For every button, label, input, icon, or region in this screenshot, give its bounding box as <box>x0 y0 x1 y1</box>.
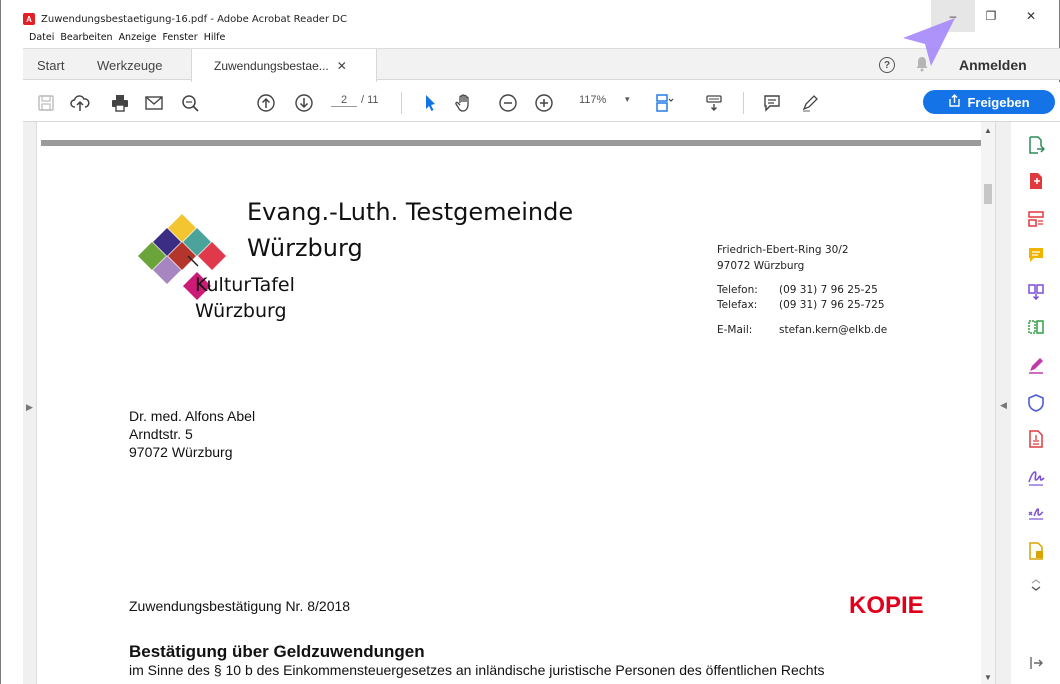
page-number-input[interactable]: 2 <box>331 94 357 107</box>
select-cursor-icon[interactable] <box>419 92 441 114</box>
window-title: Zuwendungsbestaetigung-16.pdf - Adobe Ac… <box>41 13 347 25</box>
recipient-street: Arndtstr. 5 <box>129 426 193 442</box>
logo-text-line2: Würzburg <box>195 300 287 322</box>
fit-page-icon[interactable] <box>653 92 675 114</box>
recipient-name: Dr. med. Alfons Abel <box>129 408 256 424</box>
recipient-city: 97072 Würzburg <box>129 444 233 460</box>
send-for-signature-icon[interactable] <box>1025 466 1047 488</box>
document-viewer[interactable]: Evang.-Luth. Testgemeinde Würzburg Kultu… <box>37 122 983 684</box>
share-icon <box>948 94 961 110</box>
add-files-icon[interactable] <box>1025 540 1047 562</box>
email-icon[interactable] <box>143 92 165 114</box>
email-value: stefan.kern@elkb.de <box>779 324 888 336</box>
expand-left-pane-icon[interactable]: ▶ <box>26 402 33 413</box>
pdf-page: Evang.-Luth. Testgemeinde Würzburg Kultu… <box>41 146 981 684</box>
document-heading: Bestätigung über Geldzuwendungen <box>129 642 425 661</box>
menu-hilfe[interactable]: Hilfe <box>204 32 226 48</box>
keyboard-scroll-icon[interactable] <box>703 92 725 114</box>
scroll-up-icon[interactable]: ▲ <box>984 126 992 135</box>
org-name-line1: Evang.-Luth. Testgemeinde <box>247 198 574 226</box>
copy-stamp: KOPIE <box>849 592 924 619</box>
phone-label: Telefon: <box>717 284 758 296</box>
org-name-line2: Würzburg <box>247 234 363 262</box>
close-window-button[interactable]: ✕ <box>1009 0 1053 32</box>
save-icon[interactable] <box>35 92 57 114</box>
more-tools-icon[interactable] <box>1025 574 1047 596</box>
tab-tools[interactable]: Werkzeuge <box>97 49 163 81</box>
highlight-pen-icon[interactable] <box>799 92 821 114</box>
acrobat-window: A Zuwendungsbestaetigung-16.pdf - Adobe … <box>0 0 1060 684</box>
toolbar: 2 / 11 117% ▾ Freigeben <box>23 82 1060 122</box>
tab-document-label: Zuwendungsbestae... <box>214 58 329 73</box>
zoom-level-select[interactable]: 117% <box>579 94 606 106</box>
hand-tool-icon[interactable] <box>453 92 475 114</box>
zoom-dropdown-icon[interactable]: ▾ <box>625 94 630 105</box>
collapse-tools-pane-icon[interactable] <box>1025 652 1047 674</box>
logo-text-line1: KulturTafel <box>195 274 295 296</box>
fax-label: Telefax: <box>717 299 758 311</box>
mouse-pointer-icon <box>903 18 955 66</box>
scroll-thumb[interactable] <box>984 184 992 204</box>
share-label: Freigeben <box>967 94 1030 110</box>
scroll-down-icon[interactable]: ▼ <box>984 673 992 682</box>
email-label: E-Mail: <box>717 324 753 336</box>
comment-tool-icon[interactable] <box>1025 244 1047 266</box>
menu-bearbeiten[interactable]: Bearbeiten <box>60 32 112 48</box>
sender-city: 97072 Würzburg <box>717 260 805 272</box>
left-navigation-pane[interactable]: ▶ <box>23 122 37 684</box>
sender-street: Friedrich-Ebert-Ring 30/2 <box>717 244 849 256</box>
phone-value: (09 31) 7 96 25-25 <box>779 284 878 296</box>
print-icon[interactable] <box>109 92 131 114</box>
edit-pdf-icon[interactable] <box>1025 208 1047 230</box>
share-button[interactable]: Freigeben <box>923 90 1055 114</box>
menu-datei[interactable]: Datei <box>29 32 54 48</box>
vertical-scrollbar[interactable]: ▲ ▼ <box>981 122 995 684</box>
cloud-upload-icon[interactable] <box>69 92 91 114</box>
help-icon[interactable]: ? <box>879 57 895 73</box>
export-pdf-icon[interactable] <box>1025 134 1047 156</box>
create-pdf-icon[interactable] <box>1025 170 1047 192</box>
organize-pages-icon[interactable] <box>1025 316 1047 338</box>
page-up-icon[interactable] <box>255 92 277 114</box>
menu-fenster[interactable]: Fenster <box>162 32 197 48</box>
tab-start[interactable]: Start <box>37 49 64 81</box>
zoom-out-icon[interactable] <box>497 92 519 114</box>
zoom-search-icon[interactable] <box>179 92 201 114</box>
toolbar-separator <box>401 92 402 114</box>
tab-close-icon[interactable]: ✕ <box>337 59 347 73</box>
comment-icon[interactable] <box>761 92 783 114</box>
right-pane-collapse-strip[interactable]: ◀ <box>995 122 1011 684</box>
document-subheading: im Sinne des § 10 b des Einkommensteuerg… <box>129 662 825 678</box>
confirmation-number: Zuwendungsbestätigung Nr. 8/2018 <box>129 598 351 614</box>
tools-pane <box>1011 122 1060 684</box>
tab-document[interactable]: Zuwendungsbestae... ✕ <box>191 49 377 82</box>
fill-sign-icon[interactable] <box>1025 354 1047 376</box>
acrobat-app-icon: A <box>23 13 35 25</box>
protect-icon[interactable] <box>1025 392 1047 414</box>
menu-bar: Datei Bearbeiten Anzeige Fenster Hilfe <box>29 32 231 48</box>
toolbar-separator <box>743 92 744 114</box>
maximize-button[interactable]: ❐ <box>969 0 1013 32</box>
page-total: / 11 <box>361 94 379 106</box>
page-down-icon[interactable] <box>293 92 315 114</box>
zoom-in-icon[interactable] <box>533 92 555 114</box>
menu-anzeige[interactable]: Anzeige <box>119 32 157 48</box>
combine-files-icon[interactable] <box>1025 280 1047 302</box>
certificates-icon[interactable] <box>1025 502 1047 524</box>
export-pdf-alt-icon[interactable] <box>1025 428 1047 450</box>
collapse-right-pane-icon[interactable]: ◀ <box>1000 400 1007 411</box>
fax-value: (09 31) 7 96 25-725 <box>779 299 885 311</box>
signin-button[interactable]: Anmelden <box>959 57 1027 73</box>
